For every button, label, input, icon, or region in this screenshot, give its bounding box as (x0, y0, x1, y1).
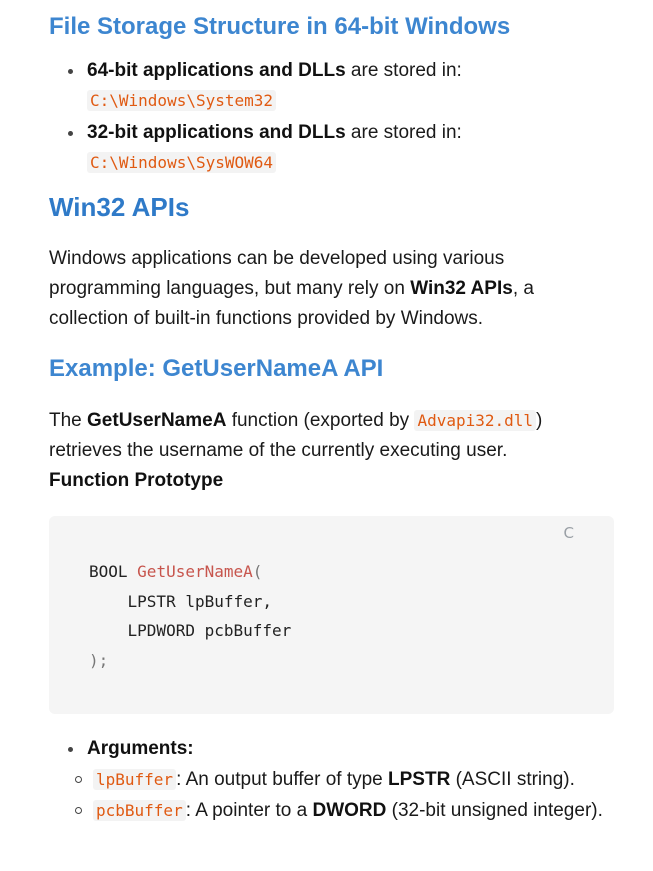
storage-heading: File Storage Structure in 64-bit Windows (49, 13, 511, 40)
item-bold: 32-bit applications and DLLs (87, 122, 346, 143)
code-block: C BOOL GetUserNameA( LPSTR lpBuffer, LPD… (49, 516, 614, 714)
arguments-list: Arguments: lpBuffer: An output buffer of… (49, 734, 614, 826)
arg-code: lpBuffer (93, 769, 177, 790)
dll-code: Advapi32.dll (414, 410, 537, 431)
function-name: GetUserNameA (87, 410, 227, 431)
path-code: C:\Windows\SysWOW64 (87, 152, 277, 173)
storage-list: 64-bit applications and DLLs are stored … (49, 56, 614, 178)
example-heading: Example: GetUserNameA API (49, 355, 384, 382)
code-line: LPSTR lpBuffer, (89, 591, 273, 611)
list-item: 32-bit applications and DLLs are stored … (49, 118, 614, 178)
para-text: The (49, 410, 88, 431)
item-text: are stored in: (345, 122, 462, 143)
prototype-label: Function Prototype (49, 470, 224, 491)
arg-text: : An output buffer of type (176, 769, 389, 790)
code-paren: ( (252, 562, 263, 581)
para-bold: Win32 APIs (410, 278, 513, 299)
arg-code: pcbBuffer (93, 800, 186, 821)
arg-bold: DWORD (312, 800, 387, 821)
code-function: GetUserNameA (137, 562, 253, 581)
arg-text: : A pointer to a (185, 800, 313, 821)
arguments-label: Arguments: (87, 738, 194, 759)
path-code: C:\Windows\System32 (87, 90, 277, 111)
arg-text: (32-bit unsigned integer). (386, 800, 603, 821)
arg-text: (ASCII string). (450, 769, 575, 790)
copy-icon[interactable]: C (564, 524, 574, 542)
para-text: function (exported by (226, 410, 415, 431)
code-content: BOOL GetUserNameA( LPSTR lpBuffer, LPDWO… (89, 557, 291, 675)
item-bold: 64-bit applications and DLLs (87, 60, 346, 81)
code-line: LPDWORD pcbBuffer (89, 621, 292, 640)
item-text: are stored in: (345, 60, 462, 81)
list-item: pcbBuffer: A pointer to a DWORD (32-bit … (49, 796, 614, 826)
list-item: Arguments: lpBuffer: An output buffer of… (49, 734, 614, 826)
list-item: 64-bit applications and DLLs are stored … (49, 56, 614, 116)
win32-heading: Win32 APIs (49, 192, 190, 222)
win32-paragraph: Windows applications can be developed us… (49, 244, 614, 334)
code-close: ); (89, 650, 109, 670)
code-type: BOOL (89, 562, 128, 581)
example-paragraph: The GetUserNameA function (exported by A… (49, 406, 614, 496)
arguments-sublist: lpBuffer: An output buffer of type LPSTR… (49, 765, 614, 826)
list-item: lpBuffer: An output buffer of type LPSTR… (49, 765, 614, 795)
arg-bold: LPSTR (388, 769, 451, 790)
